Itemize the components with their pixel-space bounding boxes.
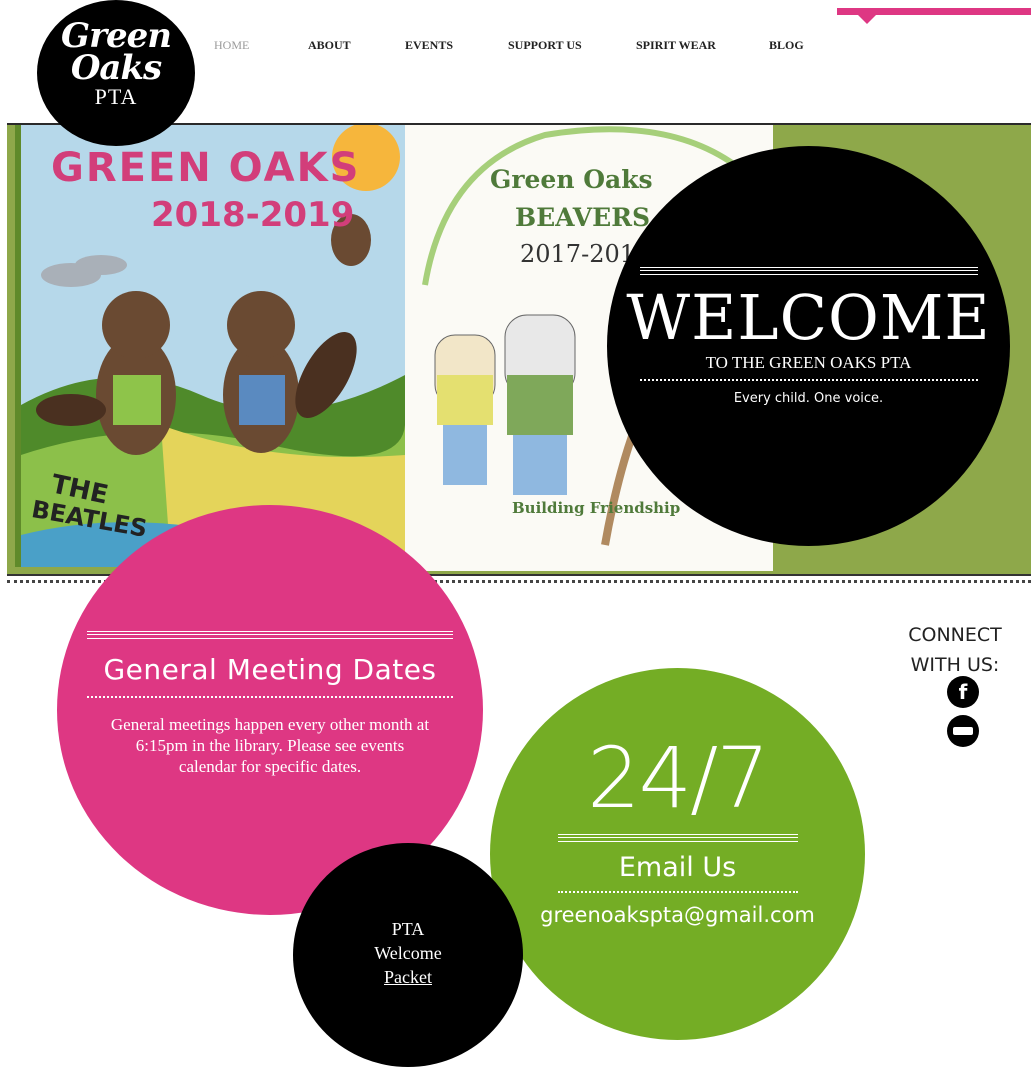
email-title[interactable]: Email Us <box>490 852 865 883</box>
connect-line-2: WITH US: <box>910 654 1000 676</box>
nav-home[interactable]: HOME <box>214 38 249 53</box>
email-address-link[interactable]: greenoakspta@gmail.com <box>490 903 865 927</box>
logo-line-2: Oaks <box>70 48 162 88</box>
meeting-dotted-rule <box>87 696 453 698</box>
hero-art-left: GREEN OAKS 2018-2019 THE BEATLES <box>15 125 411 567</box>
connect-line-1: CONNECT <box>908 624 1002 646</box>
site-logo[interactable]: Green Oaks PTA <box>37 0 195 146</box>
header-accent-notch <box>858 15 876 24</box>
facebook-icon[interactable]: f <box>947 676 979 708</box>
welcome-dotted-rule <box>639 379 978 381</box>
welcome-packet-circle[interactable]: PTA Welcome Packet <box>293 843 523 1067</box>
hero-art-right-caption: Building Friendship <box>512 499 681 517</box>
email-hours: 24/7 <box>587 729 770 827</box>
flickr-icon[interactable] <box>947 715 979 747</box>
hero-art-left-title: GREEN OAKS <box>51 145 361 191</box>
nav-about[interactable]: ABOUT <box>308 38 351 53</box>
nav-support-us[interactable]: SUPPORT US <box>508 38 582 53</box>
logo-line-3: PTA <box>94 84 138 109</box>
welcome-tagline: Every child. One voice. <box>733 391 884 406</box>
email-circle: 24/7 Email Us greenoakspta@gmail.com <box>490 668 865 1040</box>
welcome-circle: WELCOME TO THE GREEN OAKS PTA Every chil… <box>607 146 1010 546</box>
nav-blog[interactable]: BLOG <box>769 38 804 53</box>
hero-art-left-years: 2018-2019 <box>151 195 355 235</box>
hero-art-right-title-1: Green Oaks <box>490 165 653 194</box>
connect-section: CONNECT WITH US: <box>890 620 1020 680</box>
header-accent-tab <box>837 8 1031 15</box>
welcome-title: WELCOME <box>626 281 991 354</box>
nav-events[interactable]: EVENTS <box>405 38 453 53</box>
welcome-subtitle: TO THE GREEN OAKS PTA <box>705 353 912 372</box>
welcome-top-rule <box>639 267 978 275</box>
meeting-top-rule <box>87 631 453 639</box>
packet-link[interactable]: Packet <box>293 965 523 989</box>
email-dotted-rule <box>557 891 798 893</box>
packet-line-2: Welcome <box>374 943 442 963</box>
nav-spirit-wear[interactable]: SPIRIT WEAR <box>636 38 716 53</box>
hero-art-right-title-2: BEAVERS <box>515 203 651 232</box>
meeting-title: General Meeting Dates <box>103 653 437 686</box>
packet-line-1: PTA <box>391 919 425 939</box>
meeting-body: General meetings happen every other mont… <box>110 715 430 776</box>
email-top-rule <box>557 834 798 842</box>
